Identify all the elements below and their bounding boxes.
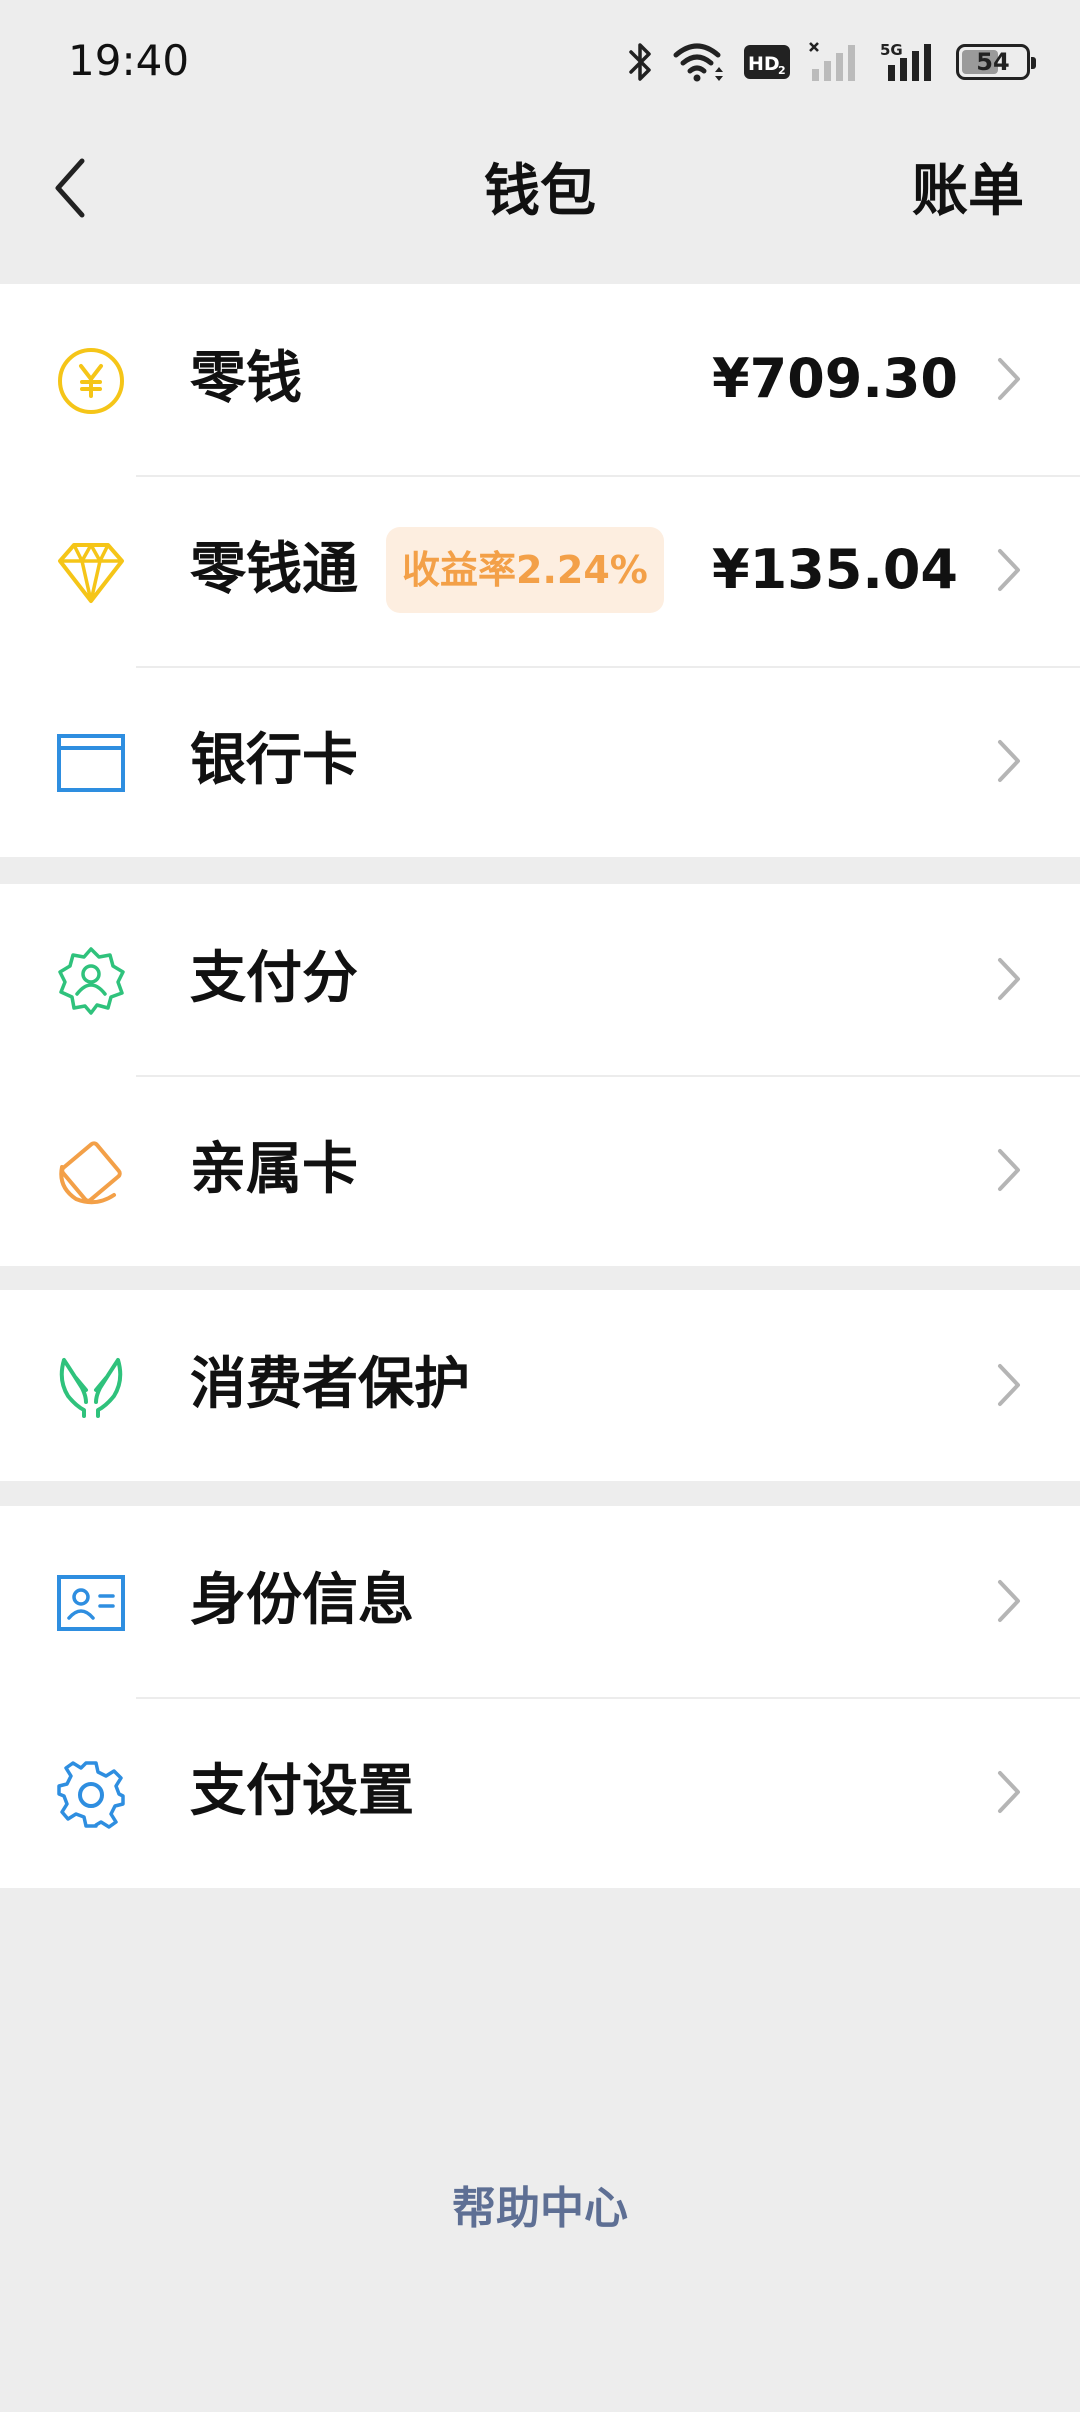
signal-no-sim-icon xyxy=(809,42,855,81)
protection-section: 消费者保护 xyxy=(0,1290,1080,1481)
bank-card-row[interactable]: 银行卡 xyxy=(0,666,1080,857)
consumer-protection-row[interactable]: 消费者保护 xyxy=(0,1290,1080,1481)
protecting-hands-icon xyxy=(56,1352,126,1422)
change-balance: ¥709.30 xyxy=(712,347,958,410)
chevron-right-icon xyxy=(998,358,1020,400)
change-row[interactable]: 零钱 ¥709.30 xyxy=(0,284,1080,475)
svg-text:2: 2 xyxy=(778,64,786,77)
bills-button[interactable]: 账单 xyxy=(912,146,1024,227)
wifi-icon xyxy=(673,43,723,82)
diamond-icon xyxy=(56,537,126,607)
chevron-right-icon xyxy=(998,1149,1020,1191)
identity-info-row[interactable]: 身份信息 xyxy=(0,1506,1080,1697)
consumer-protection-label: 消费者保护 xyxy=(190,1352,470,1417)
funds-section: 零钱 ¥709.30 零钱通 收益率2.24% ¥135.04 银行卡 xyxy=(0,284,1080,857)
family-card-label: 亲属卡 xyxy=(190,1137,358,1202)
bluetooth-icon xyxy=(629,43,651,81)
battery-level: 54 xyxy=(976,48,1010,76)
hd-icon: HD 2 xyxy=(744,45,790,79)
lingqiantong-row[interactable]: 零钱通 收益率2.24% ¥135.04 xyxy=(0,475,1080,666)
chevron-right-icon xyxy=(998,740,1020,782)
battery-icon: 54 xyxy=(956,44,1036,80)
chevron-right-icon xyxy=(998,1771,1020,1813)
lingqiantong-balance: ¥135.04 xyxy=(712,538,958,601)
chevron-right-icon xyxy=(998,958,1020,1000)
help-center-link[interactable]: 帮助中心 xyxy=(0,2172,1080,2236)
lingqiantong-label: 零钱通 xyxy=(190,537,358,602)
pay-score-badge-icon xyxy=(56,946,126,1016)
id-card-icon xyxy=(56,1568,126,1638)
chevron-right-icon xyxy=(998,1580,1020,1622)
pay-score-row[interactable]: 支付分 xyxy=(0,884,1080,1075)
status-icons: HD 2 5G 54 xyxy=(628,38,1036,86)
svg-text:5G: 5G xyxy=(880,41,903,59)
svg-text:HD: HD xyxy=(748,53,780,75)
yield-rate-badge: 收益率2.24% xyxy=(386,527,664,613)
yuan-coin-icon xyxy=(56,346,126,416)
settings-section: 身份信息 支付设置 xyxy=(0,1506,1080,1888)
navigation-bar: 钱包 账单 xyxy=(0,120,1080,284)
services-section: 支付分 亲属卡 xyxy=(0,884,1080,1266)
pay-settings-label: 支付设置 xyxy=(190,1759,414,1824)
chevron-right-icon xyxy=(998,549,1020,591)
status-time: 19:40 xyxy=(68,36,190,85)
pay-settings-row[interactable]: 支付设置 xyxy=(0,1697,1080,1888)
bank-card-label: 银行卡 xyxy=(190,728,358,793)
identity-info-label: 身份信息 xyxy=(190,1568,414,1633)
chevron-right-icon xyxy=(998,1364,1020,1406)
family-card-icon xyxy=(56,1137,126,1207)
signal-5g-icon: 5G xyxy=(880,41,931,81)
bank-card-icon xyxy=(56,728,126,798)
family-card-row[interactable]: 亲属卡 xyxy=(0,1075,1080,1266)
pay-score-label: 支付分 xyxy=(190,946,358,1011)
change-label: 零钱 xyxy=(190,346,302,411)
gear-icon xyxy=(56,1759,126,1829)
status-bar: 19:40 HD 2 5G 54 xyxy=(0,0,1080,120)
